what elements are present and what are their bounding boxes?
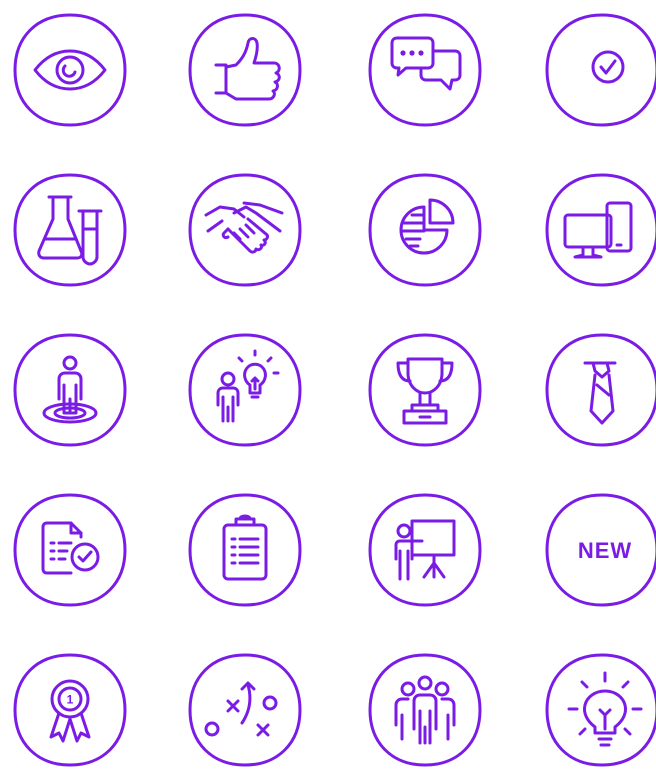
new-badge-icon: NEW (545, 493, 656, 607)
strategy-play-icon (188, 653, 302, 767)
handshake-icon (188, 173, 302, 287)
eye-icon (13, 13, 127, 127)
team-icon (368, 653, 482, 767)
chat-bubbles-icon (368, 13, 482, 127)
new-badge-label: NEW (578, 538, 632, 563)
check-circle-icon (545, 13, 656, 127)
thumbs-up-icon (188, 13, 302, 127)
icon-grid: NEW 1 (0, 0, 656, 769)
clipboard-icon (188, 493, 302, 607)
lab-flask-icon (13, 173, 127, 287)
approved-document-icon (13, 493, 127, 607)
person-on-target-icon (13, 333, 127, 447)
person-idea-icon (188, 333, 302, 447)
award-ribbon-icon: 1 (13, 653, 127, 767)
tie-icon (545, 333, 656, 447)
award-number: 1 (67, 693, 74, 707)
pie-chart-icon (368, 173, 482, 287)
light-bulb-icon (545, 653, 656, 767)
trophy-icon (368, 333, 482, 447)
presentation-icon (368, 493, 482, 607)
devices-icon (545, 173, 656, 287)
